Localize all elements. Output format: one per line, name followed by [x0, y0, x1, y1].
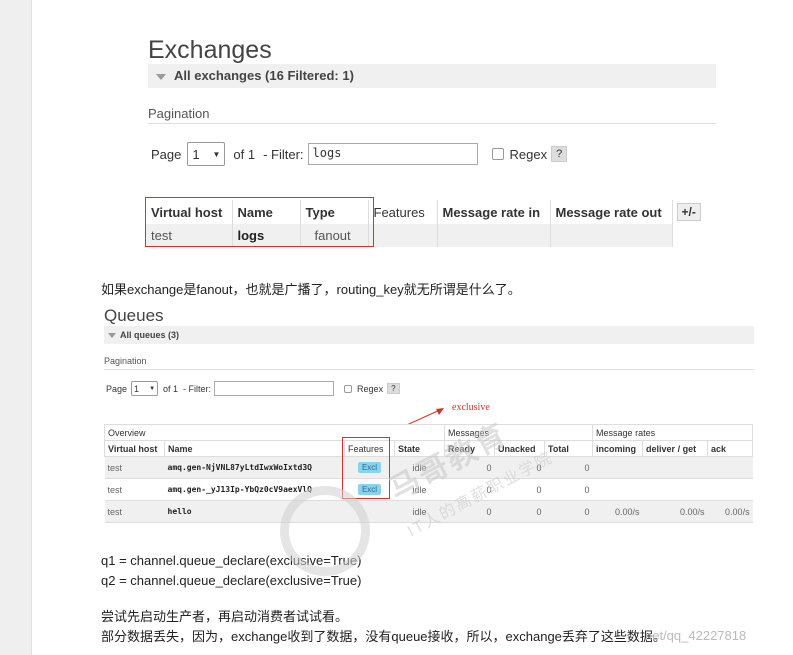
code-line-2: q2 = channel.queue_declare(exclusive=Tru… [101, 573, 362, 588]
collapse-triangle-icon [108, 333, 116, 339]
filter-input[interactable]: logs [307, 143, 478, 165]
ready-cell: 0 [444, 500, 495, 523]
note-data-loss: 部分数据丢失，因为，exchange收到了数据，没有queue接收，所以，exc… [101, 629, 666, 644]
column-header[interactable]: Total [544, 440, 594, 457]
queues-pagination-row: Page 1 ▼ of 1 - Filter: Regex ? [106, 381, 400, 396]
chevron-down-icon: ▼ [212, 149, 221, 159]
incoming-cell [592, 456, 643, 479]
ack-cell [707, 456, 753, 479]
regex-checkbox[interactable] [344, 384, 353, 393]
group-rates: Message rates [592, 424, 754, 441]
column-toggle-cell: +/- [672, 200, 701, 224]
annotation-exclusive: exclusive [452, 402, 490, 413]
group-overview: Overview [103, 424, 446, 441]
state-cell: idle [394, 500, 445, 523]
vhost-cell: test [104, 456, 165, 479]
column-header[interactable]: Virtual host [104, 440, 165, 457]
vhost-cell: test [104, 500, 165, 523]
watermark-url: net/qq_42227818 [645, 628, 747, 643]
column-toggle-button[interactable]: +/- [676, 203, 701, 221]
column-header[interactable]: Features [368, 200, 438, 224]
filter-input[interactable] [214, 381, 335, 396]
unacked-cell: 0 [494, 456, 545, 479]
page-label: Page [151, 146, 182, 162]
highlight-box [145, 197, 374, 247]
left-gutter [0, 0, 32, 655]
filter-label: - Filter: [183, 383, 212, 394]
total-cell: 0 [544, 500, 593, 523]
column-header[interactable]: ack [707, 440, 754, 457]
column-header[interactable]: Message rate in [437, 200, 551, 224]
queues-pagination-label: Pagination [104, 356, 147, 366]
exchanges-filter-summary: All exchanges (16 Filtered: 1) [174, 68, 354, 83]
ready-cell: 0 [444, 456, 495, 479]
regex-checkbox[interactable] [491, 148, 504, 160]
features-cell [344, 500, 395, 523]
rate-in-cell [437, 224, 551, 247]
note-try: 尝试先启动生产者，再启动消费者试试看。 [101, 609, 349, 624]
ack-cell: 0.00/s [707, 500, 753, 523]
table-row[interactable]: test hello idle 0 0 0 0.00/s 0.00/s 0.00… [104, 500, 753, 523]
exchanges-filter-toggle[interactable]: All exchanges (16 Filtered: 1) [148, 64, 716, 88]
total-cell: 0 [544, 456, 593, 479]
collapse-triangle-icon [156, 73, 166, 80]
code-line-1: q1 = channel.queue_declare(exclusive=Tru… [101, 553, 362, 568]
rate-out-cell [550, 224, 673, 247]
table-row[interactable]: test amq.gen-_yJ13Ip-YbQz0cV9aexVlQ Excl… [104, 478, 753, 501]
page-label: Page [106, 383, 128, 394]
vhost-cell: test [104, 478, 165, 501]
regex-label: Regex [509, 146, 548, 162]
queues-table: Overview Messages Message rates Virtual … [103, 424, 754, 523]
ready-cell: 0 [444, 478, 495, 501]
queues-filter-summary: All queues (3) [120, 330, 180, 340]
help-button[interactable]: ? [551, 146, 568, 162]
incoming-cell [592, 478, 643, 501]
unacked-cell: 0 [494, 478, 545, 501]
table-row[interactable]: test amq.gen-NjVNL87yLtdIwxWoIxtd3Q Excl… [104, 456, 753, 479]
queue-name-link[interactable]: hello [164, 500, 345, 523]
exchanges-pagination-row: Page 1 ▼ of 1 - Filter: logs Regex ? [151, 142, 568, 166]
queue-name-link[interactable]: amq.gen-NjVNL87yLtdIwxWoIxtd3Q [164, 456, 345, 479]
exchanges-pagination-label: Pagination [148, 106, 210, 121]
features-cell [368, 224, 438, 247]
page-count: of 1 [233, 146, 256, 162]
column-header[interactable]: Message rate out [550, 200, 673, 224]
deliver-cell [642, 456, 708, 479]
group-messages: Messages [444, 424, 594, 441]
state-cell: idle [394, 478, 445, 501]
queues-filter-toggle[interactable]: All queues (3) [104, 326, 754, 344]
column-header[interactable]: deliver / get [642, 440, 709, 457]
unacked-cell: 0 [494, 500, 545, 523]
column-header[interactable]: Ready [444, 440, 496, 457]
empty-cell [672, 224, 701, 247]
deliver-cell [642, 478, 708, 501]
divider [148, 123, 716, 124]
chevron-down-icon: ▼ [149, 385, 156, 392]
column-header[interactable]: incoming [592, 440, 644, 457]
ack-cell [707, 478, 753, 501]
queues-title: Queues [104, 306, 164, 325]
help-button[interactable]: ? [387, 383, 400, 394]
filter-label: - Filter: [263, 146, 304, 162]
deliver-cell: 0.00/s [642, 500, 708, 523]
divider [104, 369, 754, 370]
highlight-box [342, 437, 390, 499]
column-header[interactable]: State [393, 440, 446, 457]
column-header[interactable]: Unacked [494, 440, 546, 457]
incoming-cell: 0.00/s [592, 500, 643, 523]
exchanges-title: Exchanges [148, 36, 272, 64]
queue-name-link[interactable]: amq.gen-_yJ13Ip-YbQz0cV9aexVlQ [164, 478, 345, 501]
note-fanout: 如果exchange是fanout，也就是广播了，routing_key就无所谓… [101, 282, 521, 297]
column-header[interactable]: Name [164, 440, 345, 457]
page-select[interactable]: 1 ▼ [187, 142, 226, 166]
regex-label: Regex [357, 383, 384, 394]
page-count: of 1 [163, 383, 179, 394]
total-cell: 0 [544, 478, 593, 501]
state-cell: idle [394, 456, 445, 479]
page-select[interactable]: 1 ▼ [131, 381, 159, 396]
